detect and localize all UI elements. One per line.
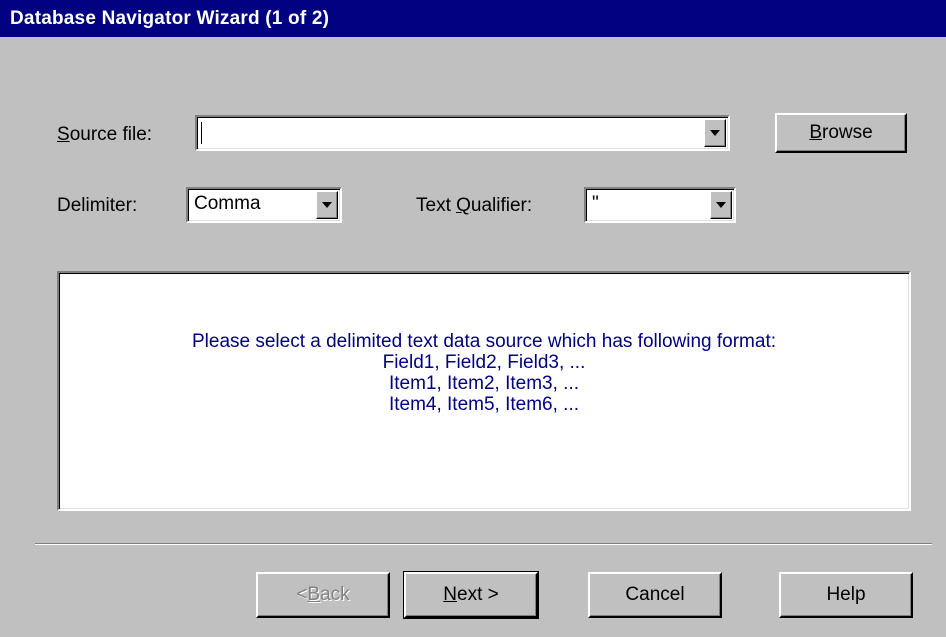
back-button[interactable]: < Back [256,572,390,618]
text-qualifier-label: Text Qualifier: [416,195,533,216]
source-file-dropdown-button[interactable] [704,119,726,147]
source-file-label: Source file: [57,124,153,145]
delimiter-label: Delimiter: [57,195,138,216]
browse-button[interactable]: Browse [775,113,907,153]
info-line: Item4, Item5, Item6, ... [388,394,580,415]
separator-line [35,543,932,545]
text-caret [201,122,202,144]
source-file-combobox[interactable] [195,115,730,151]
text-qualifier-select[interactable]: " [584,187,736,223]
info-line: Field1, Field2, Field3, ... [382,352,586,373]
next-button[interactable]: Next > [403,571,539,619]
window-title: Database Navigator Wizard (1 of 2) [10,8,330,29]
text-qualifier-value: " [592,193,599,214]
info-line: Item1, Item2, Item3, ... [388,373,580,394]
format-info-text: Please select a delimited text data sour… [59,331,909,415]
help-button[interactable]: Help [779,572,913,618]
info-line: Please select a delimited text data sour… [191,331,777,352]
title-bar[interactable]: Database Navigator Wizard (1 of 2) [0,0,946,37]
delimiter-select[interactable]: Comma [186,187,342,223]
format-info-panel: Please select a delimited text data sour… [57,271,911,511]
text-qualifier-dropdown-button[interactable] [710,191,732,219]
delimiter-dropdown-button[interactable] [316,191,338,219]
delimiter-value: Comma [194,193,261,214]
cancel-button[interactable]: Cancel [588,572,722,618]
